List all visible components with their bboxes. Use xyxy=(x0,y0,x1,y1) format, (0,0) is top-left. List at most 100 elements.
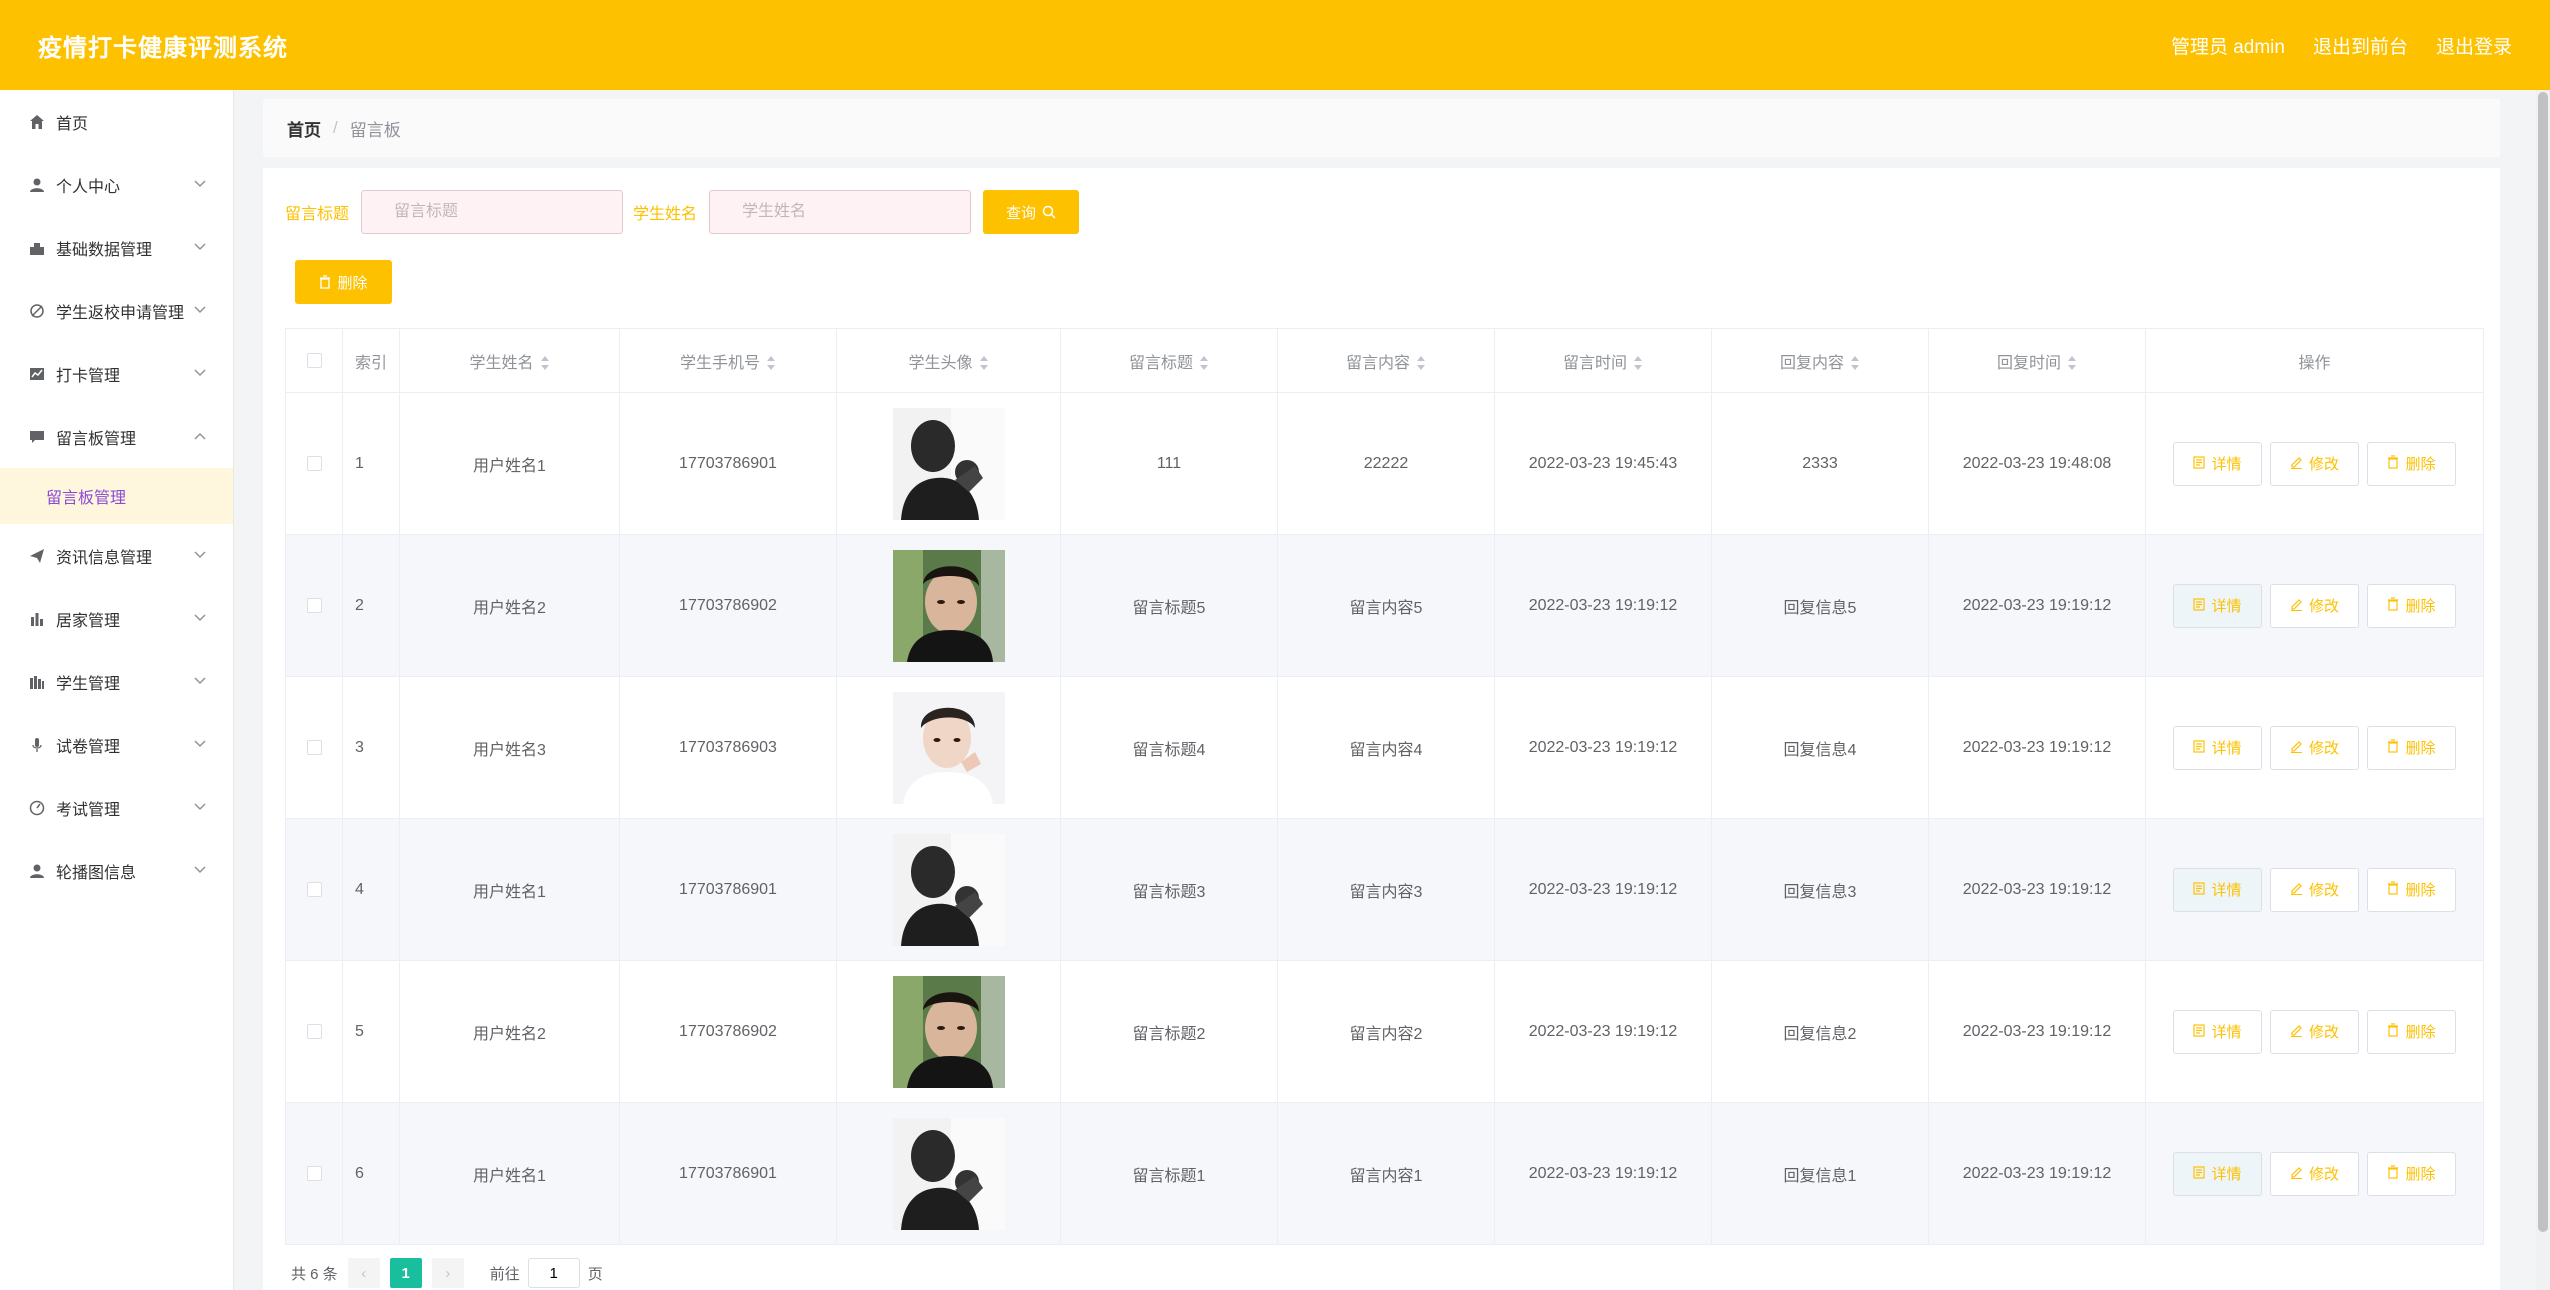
sort-icon[interactable] xyxy=(2067,356,2077,371)
row-select-cell xyxy=(285,392,343,535)
detail-button[interactable]: 详情 xyxy=(2173,1151,2262,1196)
column-header-phone[interactable]: 学生手机号 xyxy=(619,328,837,393)
detail-button[interactable]: 详情 xyxy=(2173,725,2262,770)
sort-icon[interactable] xyxy=(979,356,989,371)
column-header-content[interactable]: 留言内容 xyxy=(1277,328,1495,393)
detail-button[interactable]: 详情 xyxy=(2173,867,2262,912)
trash-icon xyxy=(2387,881,2399,898)
query-button[interactable]: 查询 xyxy=(983,190,1080,234)
title-search-input[interactable] xyxy=(361,190,624,234)
edit-button[interactable]: 修改 xyxy=(2270,583,2359,628)
cell-index: 3 xyxy=(342,676,400,819)
detail-label: 详情 xyxy=(2211,1166,2242,1183)
name-search-input[interactable] xyxy=(709,190,972,234)
batch-delete-button[interactable]: 删除 xyxy=(295,260,392,304)
column-header-title[interactable]: 留言标题 xyxy=(1060,328,1278,393)
edit-icon xyxy=(2290,1024,2303,1040)
cell-reply-content: 回复信息4 xyxy=(1711,676,1929,819)
next-page-button[interactable]: › xyxy=(431,1258,464,1288)
edit-button[interactable]: 修改 xyxy=(2270,725,2359,770)
breadcrumb-home[interactable]: 首页 xyxy=(287,116,321,141)
column-header-reply-time[interactable]: 回复时间 xyxy=(1928,328,2146,393)
select-all-checkbox[interactable] xyxy=(306,352,322,368)
prev-page-button[interactable]: ‹ xyxy=(347,1258,380,1288)
row-checkbox[interactable] xyxy=(306,881,322,897)
cell-avatar xyxy=(836,392,1061,535)
document-icon xyxy=(2193,455,2206,472)
message-icon xyxy=(28,428,46,446)
delete-button[interactable]: 删除 xyxy=(2367,1151,2456,1196)
sidebar-item-label: 学生管理 xyxy=(56,675,121,693)
row-checkbox[interactable] xyxy=(306,739,322,755)
row-checkbox[interactable] xyxy=(306,455,322,471)
sort-icon[interactable] xyxy=(766,356,776,371)
sidebar-item-personal[interactable]: 个人中心 xyxy=(0,153,233,216)
cell-index: 6 xyxy=(342,1102,400,1245)
sort-icon[interactable] xyxy=(1633,356,1643,371)
delete-label: 删除 xyxy=(2405,740,2436,757)
table-row: 2 用户姓名2 17703786902 留言标题5 留言内容5 2022-03-23 19… xyxy=(285,534,2484,677)
delete-button[interactable]: 删除 xyxy=(2367,441,2456,486)
sort-icon[interactable] xyxy=(540,356,550,371)
chevron-down-icon xyxy=(193,548,207,562)
page-number-current[interactable]: 1 xyxy=(389,1258,422,1288)
edit-icon xyxy=(2290,740,2303,756)
detail-button[interactable]: 详情 xyxy=(2173,1009,2262,1054)
avatar xyxy=(892,691,1005,804)
row-checkbox[interactable] xyxy=(306,597,322,613)
edit-button[interactable]: 修改 xyxy=(2270,1009,2359,1054)
delete-button[interactable]: 删除 xyxy=(2367,583,2456,628)
to-frontend-link[interactable]: 退出到前台 xyxy=(2313,32,2408,59)
sidebar-item-message-board[interactable]: 留言板管理 xyxy=(0,405,233,468)
cell-message-content: 22222 xyxy=(1277,392,1495,535)
sidebar-item-checkin[interactable]: 打卡管理 xyxy=(0,342,233,405)
row-checkbox[interactable] xyxy=(306,1165,322,1181)
sidebar-item-exams[interactable]: 考试管理 xyxy=(0,776,233,839)
sort-icon[interactable] xyxy=(1850,356,1860,371)
row-select-cell xyxy=(285,676,343,819)
name-filter-label: 学生姓名 xyxy=(633,206,698,223)
cell-message-title: 111 xyxy=(1060,392,1278,535)
chart-icon xyxy=(28,365,46,383)
sidebar-item-carousel[interactable]: 轮播图信息 xyxy=(0,839,233,902)
delete-button[interactable]: 删除 xyxy=(2367,867,2456,912)
submenu-item-message-board-manage[interactable]: 留言板管理 xyxy=(0,468,233,524)
edit-button[interactable]: 修改 xyxy=(2270,867,2359,912)
sidebar-item-papers[interactable]: 试卷管理 xyxy=(0,713,233,776)
edit-label: 修改 xyxy=(2308,1024,2339,1041)
sidebar-item-students[interactable]: 学生管理 xyxy=(0,650,233,713)
column-header-reply[interactable]: 回复内容 xyxy=(1711,328,1929,393)
column-header-time[interactable]: 留言时间 xyxy=(1494,328,1712,393)
edit-button[interactable]: 修改 xyxy=(2270,441,2359,486)
sidebar-item-label: 学生返校申请管理 xyxy=(56,304,185,322)
sidebar-item-return-apply[interactable]: 学生返校申请管理 xyxy=(0,279,233,342)
sidebar-item-home-quarantine[interactable]: 居家管理 xyxy=(0,587,233,650)
scrollbar-thumb[interactable] xyxy=(2538,92,2548,1232)
sidebar-item-label: 留言板管理 xyxy=(56,430,137,448)
sidebar-item-label: 试卷管理 xyxy=(56,738,121,756)
goto-page-input[interactable] xyxy=(527,1258,580,1288)
logout-link[interactable]: 退出登录 xyxy=(2436,32,2512,59)
avatar xyxy=(892,549,1005,662)
detail-button[interactable]: 详情 xyxy=(2173,583,2262,628)
sidebar-item-home[interactable]: 首页 xyxy=(0,90,233,153)
sidebar-item-basic-data[interactable]: 基础数据管理 xyxy=(0,216,233,279)
avatar xyxy=(892,1117,1005,1230)
detail-button[interactable]: 详情 xyxy=(2173,441,2262,486)
row-checkbox[interactable] xyxy=(306,1023,322,1039)
main-panel: 留言标题 学生姓名 查询 删除 索引 xyxy=(263,168,2500,1290)
column-header-label: 回复内容 xyxy=(1779,354,1844,372)
sort-icon[interactable] xyxy=(1199,356,1209,371)
document-icon xyxy=(2193,881,2206,898)
cell-reply-time: 2022-03-23 19:19:12 xyxy=(1928,534,2146,677)
chevron-down-icon xyxy=(193,863,207,877)
sort-icon[interactable] xyxy=(1416,356,1426,371)
delete-button[interactable]: 删除 xyxy=(2367,1009,2456,1054)
page-scrollbar[interactable] xyxy=(2536,90,2550,1290)
sidebar-item-news[interactable]: 资讯信息管理 xyxy=(0,524,233,587)
edit-button[interactable]: 修改 xyxy=(2270,1151,2359,1196)
edit-icon xyxy=(2290,1166,2303,1182)
column-header-name[interactable]: 学生姓名 xyxy=(399,328,620,393)
column-header-avatar[interactable]: 学生头像 xyxy=(836,328,1061,393)
delete-button[interactable]: 删除 xyxy=(2367,725,2456,770)
